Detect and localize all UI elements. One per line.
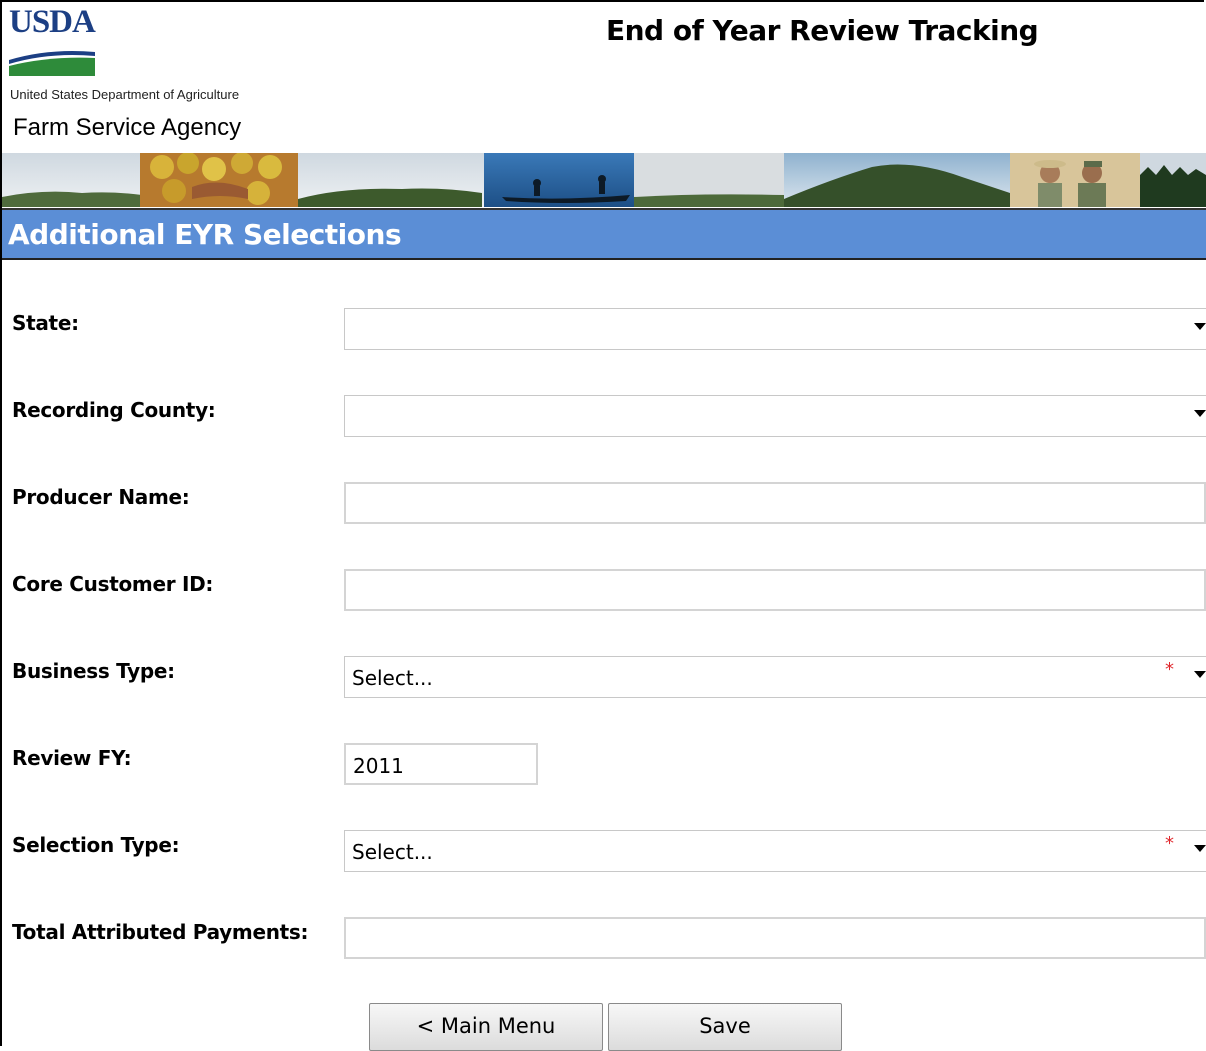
chevron-down-icon[interactable]: [1194, 323, 1206, 330]
photo-banner: [2, 153, 1206, 207]
app-title: End of Year Review Tracking: [606, 14, 1039, 47]
core-customer-id-input[interactable]: [344, 569, 1206, 611]
required-marker: *: [1165, 659, 1174, 680]
recording-county-label: Recording County:: [12, 398, 216, 422]
producer-name-label: Producer Name:: [12, 485, 190, 509]
review-fy-label: Review FY:: [12, 746, 132, 770]
recording-county-dropdown[interactable]: [344, 395, 1206, 437]
selection-type-value: Select...: [352, 840, 433, 864]
main-menu-button[interactable]: < Main Menu: [369, 1003, 603, 1051]
total-attributed-payments-label: Total Attributed Payments:: [12, 920, 309, 944]
core-customer-id-label: Core Customer ID:: [12, 572, 214, 596]
chevron-down-icon[interactable]: [1194, 671, 1206, 678]
business-type-label: Business Type:: [12, 659, 175, 683]
state-dropdown[interactable]: [344, 308, 1206, 350]
chevron-down-icon[interactable]: [1194, 410, 1206, 417]
required-marker: *: [1165, 833, 1174, 854]
usda-logo-hills-icon: [9, 51, 95, 76]
business-type-value: Select...: [352, 666, 433, 690]
business-type-dropdown[interactable]: Select... *: [344, 656, 1206, 698]
usda-logo-text: USDA: [9, 4, 96, 40]
total-attributed-payments-input[interactable]: [344, 917, 1206, 959]
section-title: Additional EYR Selections: [8, 218, 402, 251]
usda-logo: USDA: [9, 4, 97, 76]
save-button[interactable]: Save: [608, 1003, 842, 1051]
banner-image: [2, 153, 1206, 207]
review-fy-value: 2011: [353, 754, 404, 778]
selection-type-dropdown[interactable]: Select... *: [344, 830, 1206, 872]
state-label: State:: [12, 311, 79, 335]
selection-type-label: Selection Type:: [12, 833, 180, 857]
department-name: United States Department of Agriculture: [10, 87, 240, 102]
review-fy-input[interactable]: 2011: [344, 743, 538, 785]
chevron-down-icon[interactable]: [1194, 845, 1206, 852]
agency-name: Farm Service Agency: [13, 114, 242, 141]
section-header: Additional EYR Selections: [2, 208, 1206, 260]
producer-name-input[interactable]: [344, 482, 1206, 524]
